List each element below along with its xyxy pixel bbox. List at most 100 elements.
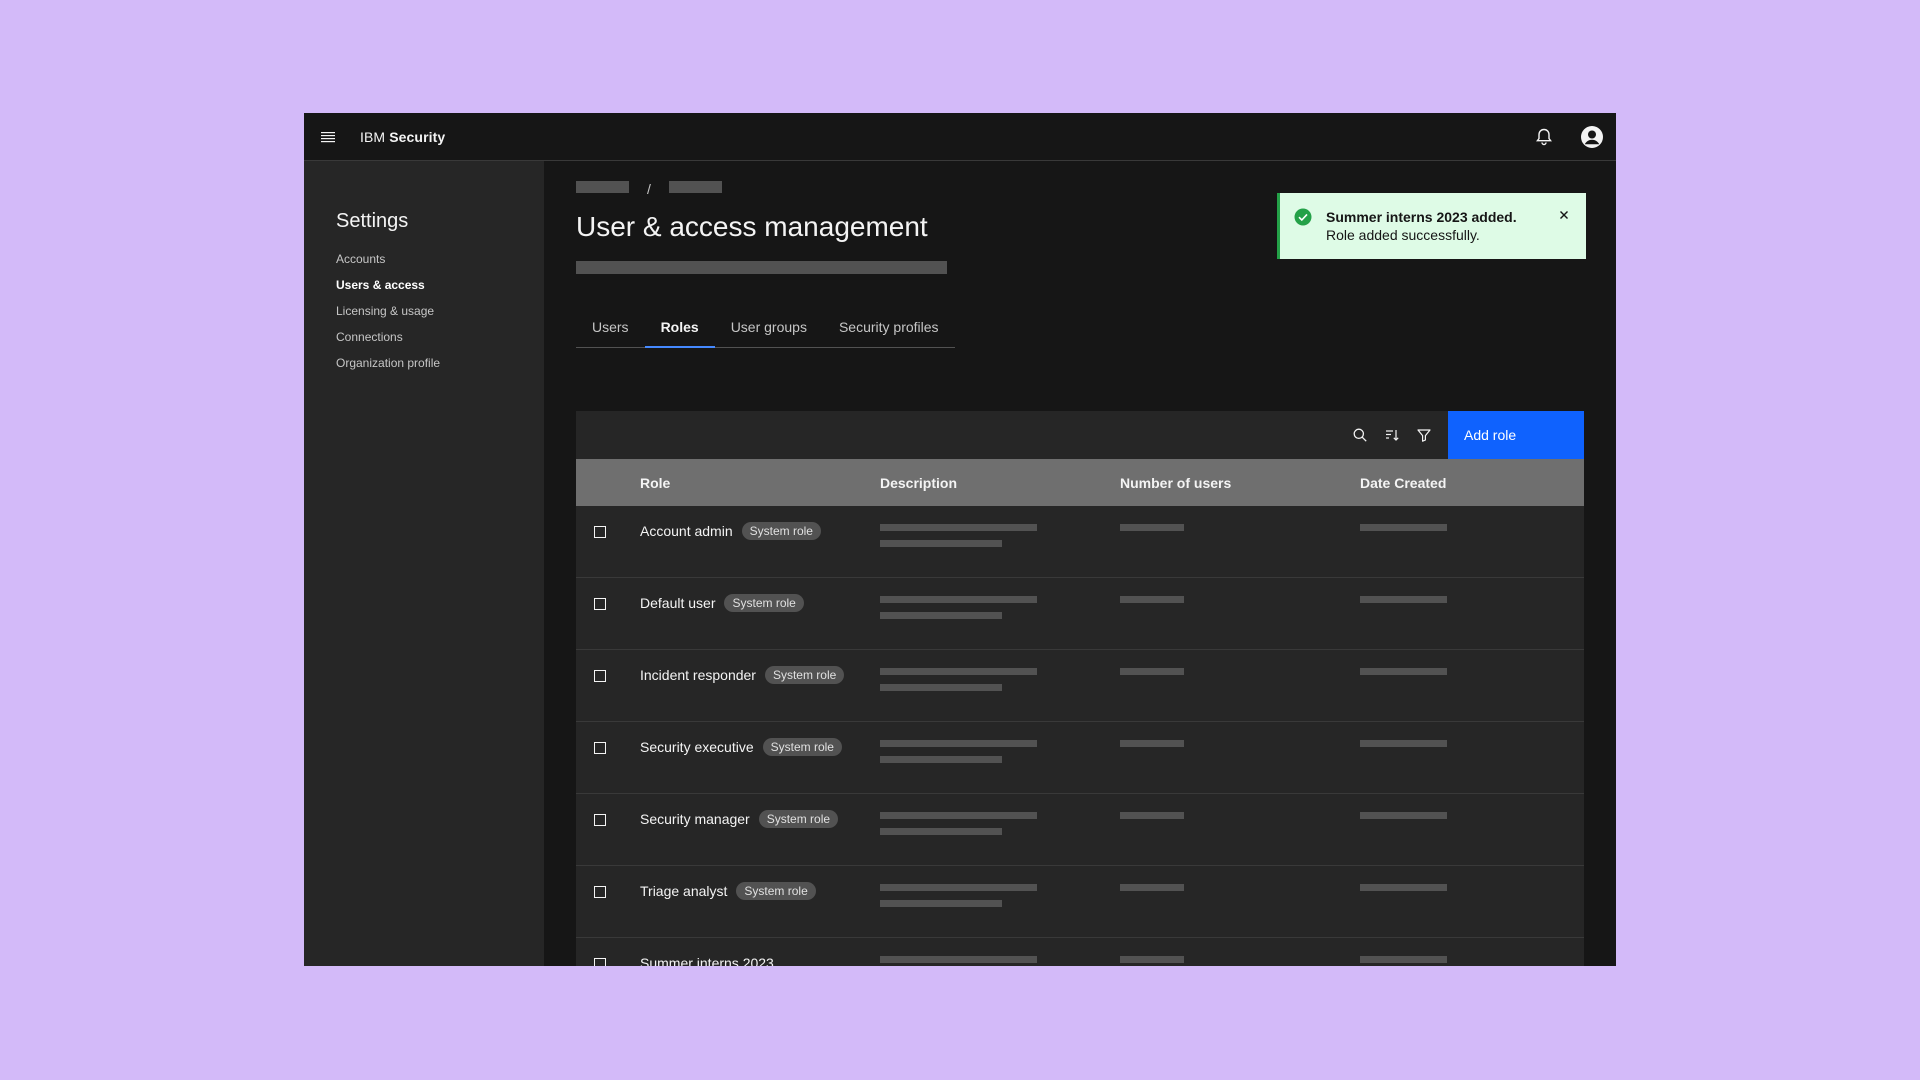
user-count-placeholder <box>1120 884 1184 891</box>
row-checkbox[interactable] <box>594 526 606 538</box>
add-role-button[interactable]: Add role <box>1448 411 1584 459</box>
column-header-date-created[interactable]: Date Created <box>1360 475 1584 491</box>
column-header-description[interactable]: Description <box>880 475 1120 491</box>
user-count-placeholder <box>1120 812 1184 819</box>
checkmark-filled-icon <box>1294 208 1312 226</box>
brand-name[interactable]: IBM Security <box>360 129 445 145</box>
hamburger-icon <box>321 131 335 142</box>
role-name: Account admin <box>640 522 733 539</box>
close-icon <box>1560 211 1568 219</box>
date-placeholder <box>1360 812 1447 819</box>
system-role-tag: System role <box>758 809 839 828</box>
description-placeholder <box>880 812 1037 819</box>
tab-user-groups[interactable]: User groups <box>715 307 823 347</box>
user-count-placeholder <box>1120 668 1184 675</box>
description-placeholder <box>880 684 1002 691</box>
breadcrumb: / <box>576 179 722 197</box>
filter-icon <box>1417 429 1431 442</box>
user-count-placeholder <box>1120 956 1184 963</box>
row-checkbox[interactable] <box>594 814 606 826</box>
sidebar: Settings Accounts Users & access Licensi… <box>304 161 544 966</box>
system-role-tag: System role <box>762 737 842 756</box>
row-checkbox[interactable] <box>594 598 606 610</box>
description-placeholder <box>880 884 1037 891</box>
row-checkbox[interactable] <box>594 670 606 682</box>
user-count-placeholder <box>1120 596 1184 603</box>
column-header-role[interactable]: Role <box>640 475 880 491</box>
system-role-tag: System role <box>736 881 816 900</box>
page-description-placeholder <box>576 261 947 274</box>
notifications-button[interactable] <box>1520 113 1568 161</box>
sidebar-title: Settings <box>336 210 409 232</box>
description-placeholder <box>880 828 1002 835</box>
date-placeholder <box>1360 884 1447 891</box>
menu-button[interactable] <box>304 113 352 161</box>
page-title: User & access management <box>576 211 928 242</box>
role-name: Security manager <box>640 810 750 827</box>
table-row[interactable]: Incident responder System role <box>576 650 1584 722</box>
sidebar-item-licensing-usage[interactable]: Licensing & usage <box>336 303 440 329</box>
row-checkbox[interactable] <box>594 742 606 754</box>
tab-roles[interactable]: Roles <box>644 307 715 348</box>
role-name: Triage analyst <box>640 882 728 899</box>
sort-button[interactable] <box>1376 411 1408 459</box>
table-row[interactable]: Account admin System role <box>576 506 1584 578</box>
description-placeholder <box>880 540 1002 547</box>
role-name: Default user <box>640 594 716 611</box>
description-placeholder <box>880 524 1037 531</box>
date-placeholder <box>1360 956 1447 963</box>
user-count-placeholder <box>1120 740 1184 747</box>
breadcrumb-item-placeholder[interactable] <box>668 181 722 193</box>
user-avatar-icon <box>1581 126 1603 148</box>
sort-icon <box>1386 430 1399 441</box>
date-placeholder <box>1360 668 1447 675</box>
sidebar-item-connections[interactable]: Connections <box>336 329 440 355</box>
tab-list: Users Roles User groups Security profile… <box>576 307 955 348</box>
toast-close-button[interactable] <box>1556 207 1572 223</box>
table-row[interactable]: Default user System role <box>576 578 1584 650</box>
description-placeholder <box>880 900 1002 907</box>
table-row[interactable]: Triage analyst System role <box>576 866 1584 938</box>
column-header-number-of-users[interactable]: Number of users <box>1120 475 1360 491</box>
brand-bold: Security <box>389 128 446 145</box>
user-profile-button[interactable] <box>1568 113 1616 161</box>
description-placeholder <box>880 740 1037 747</box>
description-placeholder <box>880 668 1037 675</box>
sidebar-item-accounts[interactable]: Accounts <box>336 251 440 277</box>
system-role-tag: System role <box>764 665 845 684</box>
breadcrumb-item-placeholder[interactable] <box>576 181 629 193</box>
sidebar-item-organization-profile[interactable]: Organization profile <box>336 355 440 381</box>
description-placeholder <box>880 756 1002 763</box>
table-row[interactable]: Summer interns 2023 <box>576 938 1584 966</box>
user-count-placeholder <box>1120 524 1184 531</box>
tab-users[interactable]: Users <box>576 307 645 347</box>
date-placeholder <box>1360 596 1447 603</box>
success-toast: Summer interns 2023 added. Role added su… <box>1277 193 1586 259</box>
table-row[interactable]: Security executive System role <box>576 722 1584 794</box>
filter-button[interactable] <box>1408 411 1440 459</box>
search-button[interactable] <box>1344 411 1376 459</box>
role-name: Summer interns 2023 <box>640 954 774 967</box>
description-placeholder <box>880 956 1037 963</box>
bell-icon <box>1536 128 1552 146</box>
table-toolbar: Add role <box>576 411 1584 459</box>
settings-nav: Accounts Users & access Licensing & usag… <box>336 251 440 381</box>
date-placeholder <box>1360 740 1447 747</box>
tab-security-profiles[interactable]: Security profiles <box>823 307 955 347</box>
table-header: Role Description Number of users Date Cr… <box>576 459 1584 506</box>
toast-subtitle: Role added successfully. <box>1326 227 1480 243</box>
roles-table: Role Description Number of users Date Cr… <box>576 459 1584 966</box>
breadcrumb-separator: / <box>647 181 651 197</box>
system-role-tag: System role <box>741 521 821 540</box>
description-placeholder <box>880 612 1002 619</box>
role-name: Security executive <box>640 738 754 755</box>
sidebar-item-users-access[interactable]: Users & access <box>336 277 440 303</box>
system-role-tag: System role <box>724 593 804 612</box>
table-row[interactable]: Security manager System role <box>576 794 1584 866</box>
brand-prefix: IBM <box>360 128 386 145</box>
toast-title: Summer interns 2023 added. <box>1326 209 1517 225</box>
top-header: IBM Security <box>304 113 1616 161</box>
row-checkbox[interactable] <box>594 886 606 898</box>
description-placeholder <box>880 596 1037 603</box>
row-checkbox[interactable] <box>594 958 606 966</box>
